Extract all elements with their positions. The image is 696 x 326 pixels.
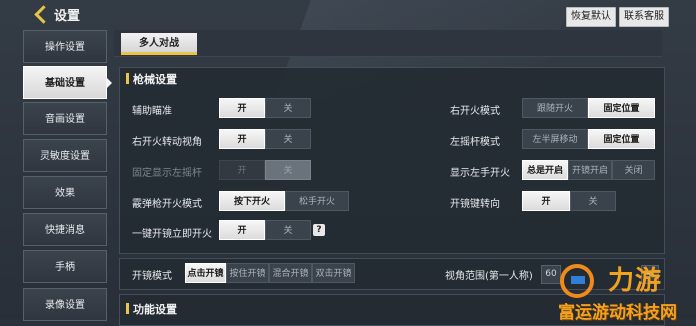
scope-mode-tap-option[interactable]: 点击开镜	[185, 263, 226, 283]
scope-key-turn-label: 开镜键转向	[450, 199, 500, 210]
left-stick-mode-label: 左摇杆模式	[450, 137, 500, 148]
shotgun-release-fire-option[interactable]: 松手开火	[285, 191, 349, 211]
one-key-scope-fire-off-toggle[interactable]: 关	[265, 220, 311, 240]
left-stick-fixed-option[interactable]: 固定位置	[588, 129, 655, 149]
aim-assist-off-toggle[interactable]: 关	[265, 98, 311, 118]
tab-multiplayer[interactable]: 多人对战	[121, 33, 197, 55]
aim-assist-label: 辅助瞄准	[132, 106, 172, 117]
fixed-left-stick-off-toggle[interactable]: 关	[265, 160, 311, 180]
sidebar-item-effects[interactable]: 效果	[23, 176, 107, 209]
show-left-fire-label: 显示左手开火	[450, 168, 510, 179]
one-key-scope-fire-label: 一键开镜立即开火	[132, 229, 212, 240]
scope-mode-label: 开镜模式	[132, 271, 172, 282]
watermark-brand: 力游	[608, 266, 663, 296]
scope-key-turn-on-toggle[interactable]: 开	[522, 191, 570, 211]
sidebar-item-sensitivity[interactable]: 灵敏度设置	[23, 139, 107, 172]
right-fire-mode-label: 右开火模式	[450, 106, 500, 117]
watermark-text: 富运游动科技网	[558, 303, 677, 323]
back-arrow-icon[interactable]	[34, 3, 50, 25]
shotgun-fire-mode-label: 霰弹枪开火模式	[132, 199, 202, 210]
sidebar-item-basic[interactable]: 基础设置	[23, 66, 112, 99]
watermark-logo-icon	[560, 264, 594, 298]
aim-assist-on-toggle[interactable]: 开	[219, 98, 265, 118]
function-settings-title: 功能设置	[126, 301, 177, 317]
scope-mode-hold-option[interactable]: 按住开镜	[226, 263, 269, 283]
restore-default-button[interactable]: 恢复默认	[566, 7, 616, 27]
sidebar: 操作设置 基础设置 音画设置 灵敏度设置 效果 快捷消息 手柄 录像设置	[23, 30, 112, 321]
scope-mode-double-tap-option[interactable]: 双击开镜	[312, 263, 355, 283]
show-left-fire-scope-option[interactable]: 开镜开启	[568, 160, 612, 180]
help-icon[interactable]: ?	[313, 224, 325, 236]
watermark: 力游 富运游动科技网	[552, 258, 696, 323]
fixed-left-stick-on-toggle[interactable]: 开	[219, 160, 265, 180]
one-key-scope-fire-on-toggle[interactable]: 开	[219, 220, 265, 240]
fov-label: 视角范围(第一人称)	[445, 271, 533, 282]
shotgun-press-fire-option[interactable]: 按下开火	[219, 191, 285, 211]
sidebar-item-gamepad[interactable]: 手柄	[23, 250, 107, 283]
show-left-fire-always-option[interactable]: 总是开启	[522, 160, 568, 180]
sidebar-item-quick-messages[interactable]: 快捷消息	[23, 213, 107, 246]
show-left-fire-close-option[interactable]: 关闭	[612, 160, 655, 180]
fixed-left-stick-label: 固定显示左摇杆	[132, 168, 202, 179]
fire-turn-view-label: 右开火转动视角	[132, 137, 202, 148]
right-fire-fixed-option[interactable]: 固定位置	[588, 98, 655, 118]
fire-turn-view-off-toggle[interactable]: 关	[265, 129, 311, 149]
sidebar-item-recording[interactable]: 录像设置	[23, 288, 107, 321]
page-title: 设置	[54, 9, 81, 24]
gun-settings-title: 枪械设置	[126, 71, 177, 87]
contact-support-button[interactable]: 联系客服	[619, 7, 669, 27]
scope-mode-mixed-option[interactable]: 混合开镜	[269, 263, 312, 283]
header: 设置 恢复默认 联系客服	[0, 0, 696, 30]
sidebar-item-controls[interactable]: 操作设置	[23, 30, 107, 63]
right-fire-follow-option[interactable]: 跟随开火	[522, 98, 588, 118]
sidebar-item-audio-video[interactable]: 音画设置	[23, 102, 107, 135]
left-stick-half-screen-option[interactable]: 左半屏移动	[522, 129, 588, 149]
scope-key-turn-off-toggle[interactable]: 关	[570, 191, 616, 211]
fire-turn-view-on-toggle[interactable]: 开	[219, 129, 265, 149]
